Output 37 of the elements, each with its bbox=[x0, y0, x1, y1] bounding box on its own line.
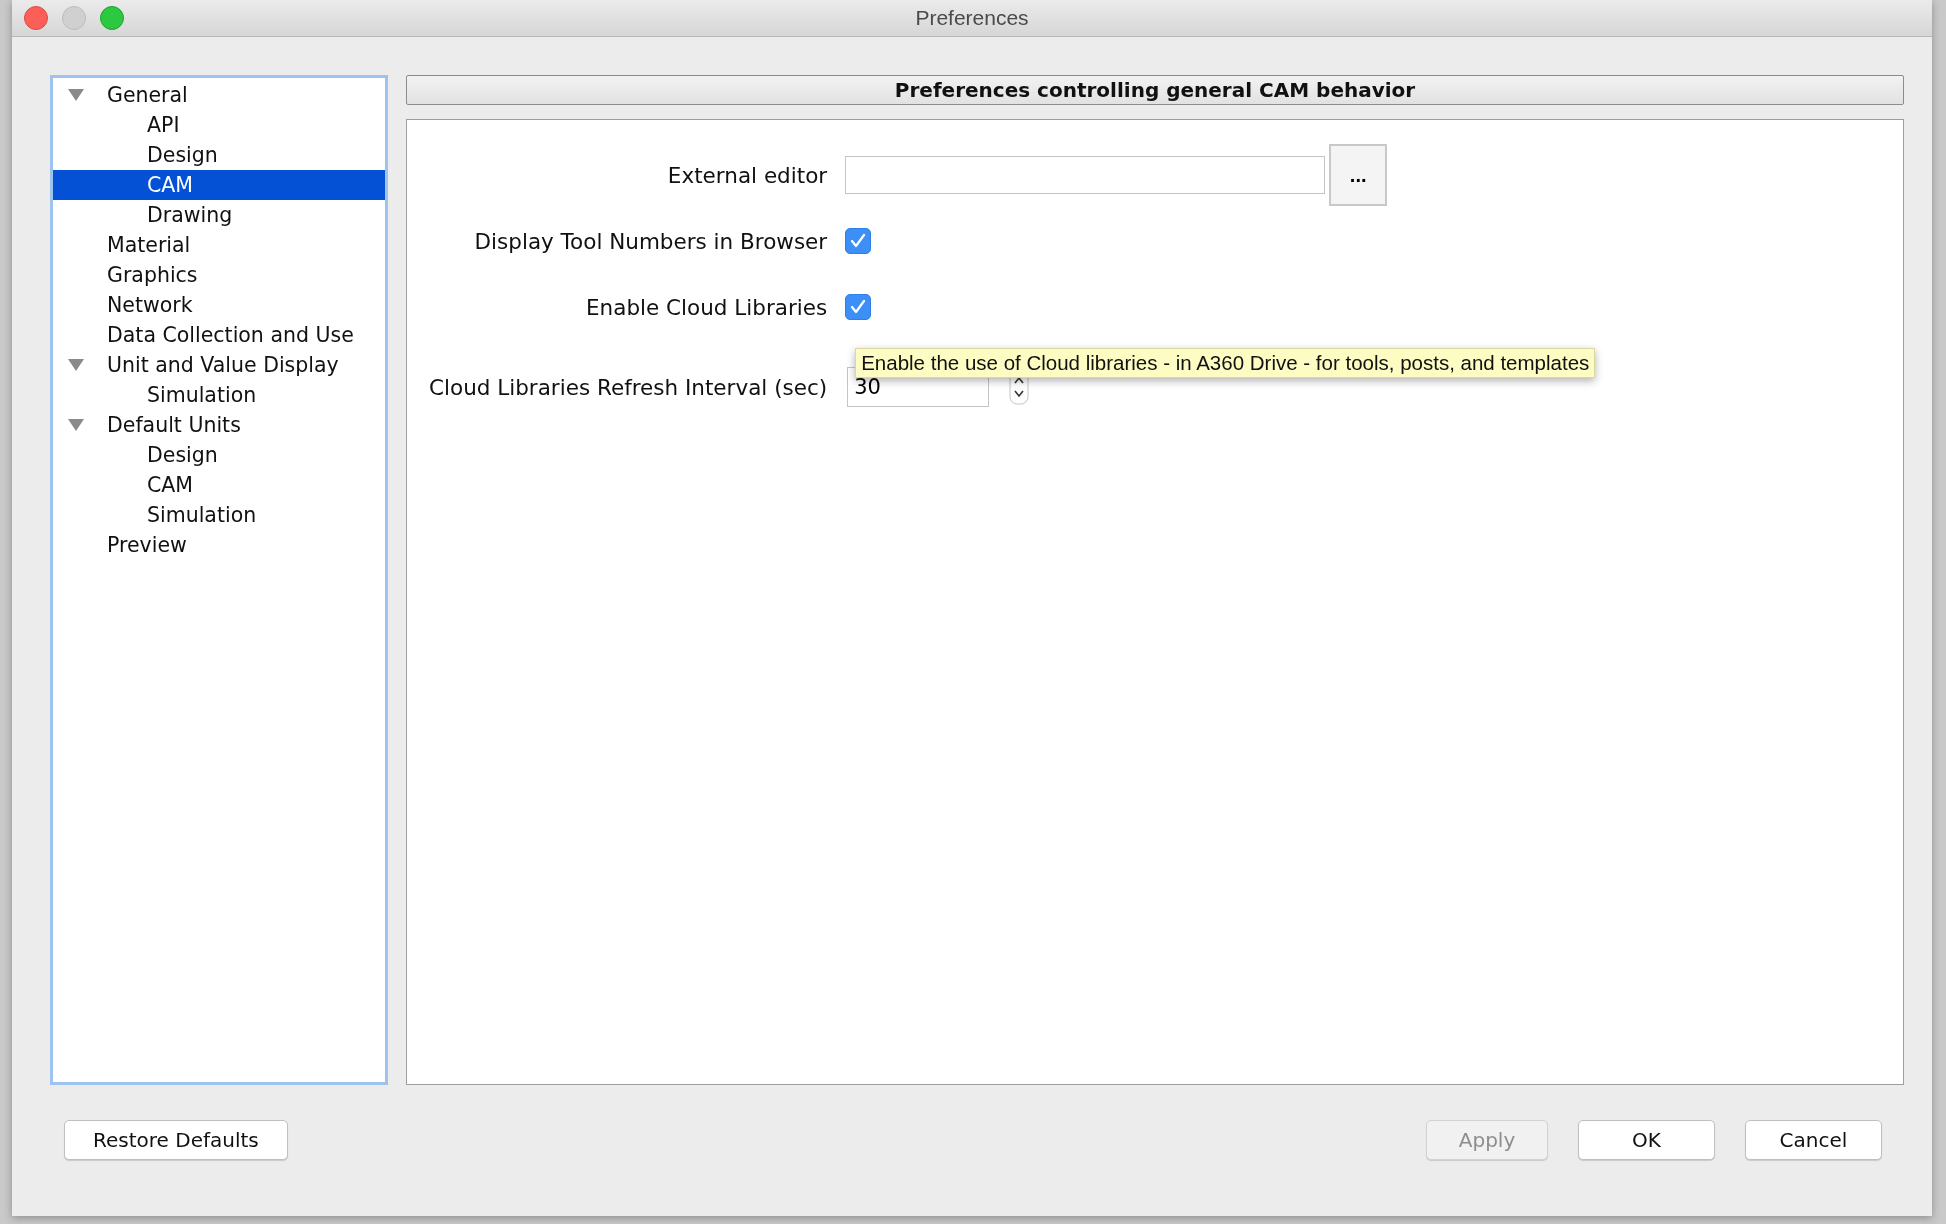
tree-item[interactable]: CAM bbox=[53, 170, 385, 200]
tree-item[interactable]: Network bbox=[53, 290, 385, 320]
tree-item[interactable]: Design bbox=[53, 440, 385, 470]
tree-item[interactable]: CAM bbox=[53, 470, 385, 500]
tree-item[interactable]: Preview bbox=[53, 530, 385, 560]
tree-item[interactable]: General bbox=[53, 80, 385, 110]
zoom-icon[interactable] bbox=[100, 6, 124, 30]
tree-item[interactable]: Data Collection and Use bbox=[53, 320, 385, 350]
disclosure-triangle-icon[interactable] bbox=[67, 418, 85, 432]
tree-item[interactable]: Design bbox=[53, 140, 385, 170]
field-label: External editor bbox=[666, 162, 828, 188]
tree-item[interactable]: Simulation bbox=[53, 500, 385, 530]
browse-button[interactable]: ... bbox=[1329, 144, 1388, 206]
field-label: Cloud Libraries Refresh Interval (sec) bbox=[429, 374, 828, 400]
dialog-button[interactable]: Cancel bbox=[1745, 1120, 1882, 1160]
tooltip: Enable the use of Cloud libraries - in A360 Drive - for tools, posts, and templates bbox=[855, 348, 1596, 378]
section-header: Preferences controlling general CAM behavior bbox=[406, 75, 1904, 105]
disclosure-triangle-icon[interactable] bbox=[67, 88, 85, 102]
close-icon[interactable] bbox=[24, 6, 48, 30]
tree-item[interactable]: API bbox=[53, 110, 385, 140]
tree-item[interactable]: Simulation bbox=[53, 380, 385, 410]
field-label: Display Tool Numbers in Browser bbox=[473, 228, 828, 254]
field-label: Enable Cloud Libraries bbox=[585, 294, 828, 320]
window-title: Preferences bbox=[915, 6, 1029, 30]
input-field[interactable] bbox=[845, 156, 1326, 194]
checkmark-icon bbox=[849, 299, 868, 315]
checkbox[interactable] bbox=[845, 294, 872, 320]
checkmark-icon bbox=[849, 233, 868, 249]
disclosure-triangle-icon[interactable] bbox=[67, 358, 85, 372]
tree-item[interactable]: Default Units bbox=[53, 410, 385, 440]
tree-item[interactable]: Material bbox=[53, 230, 385, 260]
tree-item[interactable]: Drawing bbox=[53, 200, 385, 230]
dialog-button[interactable]: Restore Defaults bbox=[64, 1120, 288, 1160]
checkbox[interactable] bbox=[845, 228, 872, 254]
tree-item[interactable]: Unit and Value Display bbox=[53, 350, 385, 380]
tree-item[interactable]: Graphics bbox=[53, 260, 385, 290]
dialog-button[interactable]: OK bbox=[1578, 1120, 1715, 1160]
